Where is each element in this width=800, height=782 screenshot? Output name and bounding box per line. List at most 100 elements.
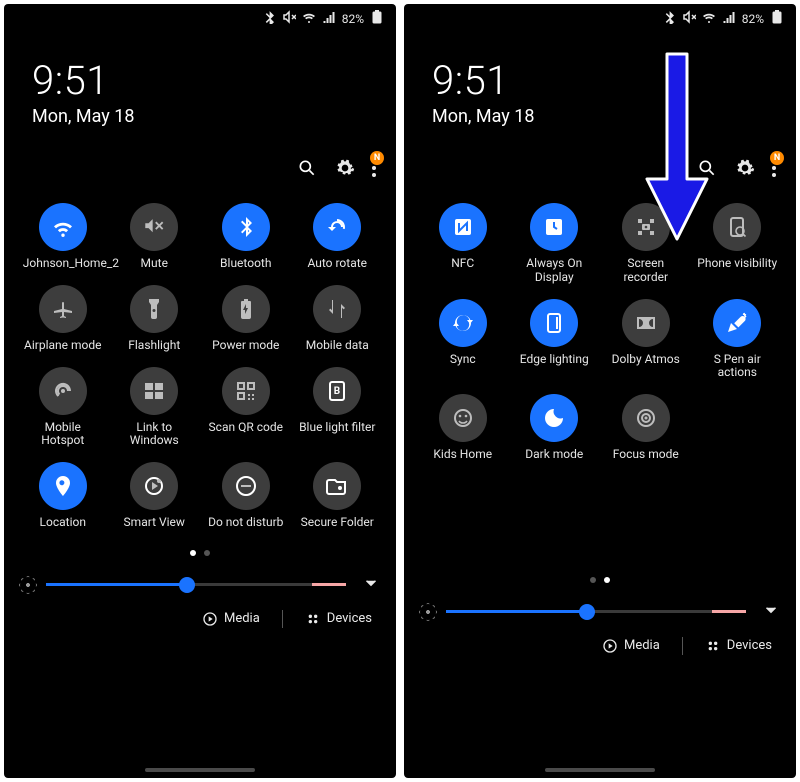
- home-indicator[interactable]: [545, 768, 655, 772]
- page-dot[interactable]: [190, 550, 196, 556]
- folder-icon: [313, 462, 361, 510]
- tile-label: Always On Display: [514, 257, 594, 285]
- page-dot[interactable]: [590, 577, 596, 583]
- phone-left: 82% 9:51 Mon, May 18 N Johnson_Home_2Mut…: [4, 4, 396, 778]
- clock-time: 9:51: [32, 57, 396, 104]
- tile-label: Do not disturb: [208, 516, 283, 530]
- tile-label: Power mode: [212, 339, 279, 353]
- tile-label: Location: [40, 516, 86, 530]
- tile-label: Edge lighting: [520, 353, 589, 367]
- tile-label: Auto rotate: [307, 257, 367, 271]
- tile-label: Phone visibility: [697, 257, 777, 271]
- devices-button[interactable]: Devices: [305, 611, 372, 627]
- flashlight-icon: [130, 285, 178, 333]
- tile-label: Smart View: [124, 516, 185, 530]
- brightness-slider[interactable]: [446, 610, 746, 613]
- tile-rotate[interactable]: Auto rotate: [293, 203, 383, 271]
- smartview-icon: [130, 462, 178, 510]
- tile-label: Link to Windows: [114, 421, 194, 449]
- tile-dnd[interactable]: Do not disturb: [201, 462, 291, 530]
- home-indicator[interactable]: [145, 768, 255, 772]
- edge-icon: [530, 299, 578, 347]
- battery-text: 82%: [342, 12, 364, 26]
- location-icon: [39, 462, 87, 510]
- airplane-icon: [39, 285, 87, 333]
- bluetooth-status-icon: [262, 10, 276, 27]
- tile-wifi[interactable]: Johnson_Home_2: [18, 203, 108, 271]
- dolby-icon: [622, 299, 670, 347]
- dnd-icon: [222, 462, 270, 510]
- tile-visibility[interactable]: Phone visibility: [693, 203, 783, 285]
- page-dot[interactable]: [204, 550, 210, 556]
- tile-spen[interactable]: S Pen air actions: [693, 299, 783, 381]
- tile-aod[interactable]: Always On Display: [510, 203, 600, 285]
- data-icon: [313, 285, 361, 333]
- tile-folder[interactable]: Secure Folder: [293, 462, 383, 530]
- page-dot[interactable]: [604, 577, 610, 583]
- tile-label: Screen recorder: [606, 257, 686, 285]
- bluetooth-status-icon: [662, 10, 676, 27]
- divider: [282, 610, 283, 628]
- search-button[interactable]: [296, 157, 318, 179]
- tile-label: Johnson_Home_2: [23, 257, 103, 271]
- tile-darkmode[interactable]: Dark mode: [510, 394, 600, 462]
- tile-kids[interactable]: Kids Home: [418, 394, 508, 462]
- kids-icon: [439, 394, 487, 442]
- tile-label: Mobile Hotspot: [23, 421, 103, 449]
- tile-windows[interactable]: Link to Windows: [110, 367, 200, 449]
- tile-label: Secure Folder: [301, 516, 374, 530]
- brightness-expand-button[interactable]: [756, 601, 780, 623]
- tile-label: Mobile data: [306, 339, 369, 353]
- divider: [682, 637, 683, 655]
- battery-icon: [222, 285, 270, 333]
- devices-button[interactable]: Devices: [705, 638, 772, 654]
- tile-airplane[interactable]: Airplane mode: [18, 285, 108, 353]
- tile-label: NFC: [451, 257, 474, 271]
- tile-nfc[interactable]: NFC: [418, 203, 508, 285]
- tile-mute[interactable]: Mute: [110, 203, 200, 271]
- spen-icon: [713, 299, 761, 347]
- brightness-slider[interactable]: [46, 583, 346, 586]
- notification-badge: N: [370, 151, 384, 165]
- windows-icon: [130, 367, 178, 415]
- tile-hotspot[interactable]: Mobile Hotspot: [18, 367, 108, 449]
- tile-bluetooth[interactable]: Bluetooth: [201, 203, 291, 271]
- sync-icon: [439, 299, 487, 347]
- tile-edge[interactable]: Edge lighting: [510, 299, 600, 381]
- aod-icon: [530, 203, 578, 251]
- tile-sync[interactable]: Sync: [418, 299, 508, 381]
- tile-battery[interactable]: Power mode: [201, 285, 291, 353]
- tile-smartview[interactable]: Smart View: [110, 462, 200, 530]
- tile-bluelight[interactable]: Blue light filter: [293, 367, 383, 449]
- brightness-expand-button[interactable]: [356, 574, 380, 596]
- signal-status-icon: [722, 10, 736, 27]
- focus-icon: [622, 394, 670, 442]
- mute-status-icon: [682, 10, 696, 27]
- tile-location[interactable]: Location: [18, 462, 108, 530]
- status-bar: 82%: [404, 4, 796, 27]
- search-button[interactable]: [696, 157, 718, 179]
- tile-label: Dolby Atmos: [612, 353, 680, 367]
- nfc-icon: [439, 203, 487, 251]
- tile-label: Blue light filter: [299, 421, 375, 435]
- settings-button[interactable]: [734, 157, 756, 179]
- media-button[interactable]: Media: [202, 611, 260, 627]
- brightness-sun-icon: [420, 604, 436, 620]
- battery-text: 82%: [742, 12, 764, 26]
- tile-focus[interactable]: Focus mode: [601, 394, 691, 462]
- tile-flashlight[interactable]: Flashlight: [110, 285, 200, 353]
- media-button[interactable]: Media: [602, 638, 660, 654]
- settings-button[interactable]: [334, 157, 356, 179]
- tile-label: Mute: [141, 257, 168, 271]
- bluelight-icon: [313, 367, 361, 415]
- tile-dolby[interactable]: Dolby Atmos: [601, 299, 691, 381]
- visibility-icon: [713, 203, 761, 251]
- tile-recorder[interactable]: Screen recorder: [601, 203, 691, 285]
- tile-label: S Pen air actions: [697, 353, 777, 381]
- tile-label: Airplane mode: [24, 339, 101, 353]
- tile-data[interactable]: Mobile data: [293, 285, 383, 353]
- clock-time: 9:51: [432, 57, 796, 104]
- battery-status-icon: [370, 10, 384, 27]
- quick-settings-grid-page-2: NFC Always On Display Screen recorder Phone…: [404, 187, 796, 462]
- tile-qr[interactable]: Scan QR code: [201, 367, 291, 449]
